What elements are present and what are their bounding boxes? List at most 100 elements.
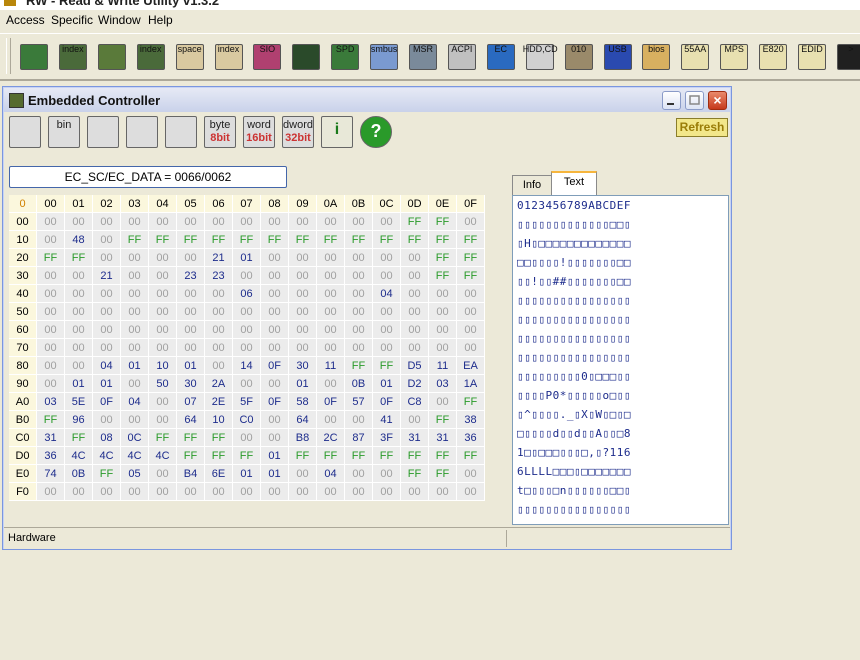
hex-cell[interactable]: 00: [120, 482, 149, 501]
hex-cell[interactable]: 36: [456, 428, 485, 447]
hex-cell[interactable]: FF: [204, 230, 233, 249]
hex-cell[interactable]: FF: [92, 464, 121, 483]
hex-cell[interactable]: 00: [316, 374, 345, 393]
save-button[interactable]: [8, 115, 42, 149]
hex-cell[interactable]: 00: [372, 338, 401, 357]
hex-cell[interactable]: 64: [288, 410, 317, 429]
hex-cell[interactable]: 00: [64, 266, 93, 285]
hex-cell[interactable]: 87: [344, 428, 373, 447]
toolbar-memory-index-button[interactable]: index: [133, 40, 169, 74]
hex-cell[interactable]: 00: [36, 266, 65, 285]
hex-cell[interactable]: 41: [372, 410, 401, 429]
toolbar-hdd-cd-button[interactable]: HDD,CD: [522, 40, 558, 74]
hex-cell[interactable]: FF: [36, 248, 65, 267]
hex-cell[interactable]: 00: [64, 302, 93, 321]
hex-cell[interactable]: 00: [120, 266, 149, 285]
hex-cell[interactable]: 00: [120, 338, 149, 357]
hex-cell[interactable]: 00: [372, 464, 401, 483]
hex-cell[interactable]: FF: [344, 230, 373, 249]
hex-cell[interactable]: 4C: [120, 446, 149, 465]
toolbar-hdd-010-button[interactable]: 010: [561, 40, 597, 74]
hex-cell[interactable]: 00: [260, 284, 289, 303]
hex-cell[interactable]: 00: [456, 338, 485, 357]
info-button[interactable]: i: [320, 115, 354, 149]
hex-cell[interactable]: FF: [456, 446, 485, 465]
hex-cell[interactable]: 00: [36, 374, 65, 393]
hex-cell[interactable]: 01: [176, 356, 205, 375]
hex-cell[interactable]: 00: [92, 230, 121, 249]
hex-cell[interactable]: 00: [428, 320, 457, 339]
hex-cell[interactable]: FF: [148, 230, 177, 249]
hex-cell[interactable]: 00: [204, 320, 233, 339]
hex-cell[interactable]: D5: [400, 356, 429, 375]
hex-cell[interactable]: 11: [428, 356, 457, 375]
hex-cell[interactable]: 00: [456, 302, 485, 321]
hex-cell[interactable]: 0F: [372, 392, 401, 411]
hex-cell[interactable]: 01: [288, 374, 317, 393]
hex-cell[interactable]: 00: [232, 428, 261, 447]
hex-cell[interactable]: 00: [400, 338, 429, 357]
hex-cell[interactable]: FF: [428, 212, 457, 231]
hex-cell[interactable]: 00: [428, 302, 457, 321]
maximize-button[interactable]: [685, 91, 704, 110]
hex-cell[interactable]: 00: [36, 338, 65, 357]
hex-cell[interactable]: 00: [400, 482, 429, 501]
hex-cell[interactable]: 00: [456, 464, 485, 483]
hex-cell[interactable]: 00: [232, 374, 261, 393]
dword-button[interactable]: dword 32bit: [281, 115, 315, 149]
hex-cell[interactable]: 01: [232, 248, 261, 267]
hex-cell[interactable]: 2A: [204, 374, 233, 393]
hex-cell[interactable]: 00: [148, 482, 177, 501]
hex-cell[interactable]: FF: [344, 356, 373, 375]
toolbar-io-space-button[interactable]: space: [172, 40, 208, 74]
toolbar-command-button[interactable]: >: [833, 40, 860, 74]
hex-cell[interactable]: 00: [204, 212, 233, 231]
hex-cell[interactable]: EA: [456, 356, 485, 375]
hex-cell[interactable]: 31: [36, 428, 65, 447]
hex-cell[interactable]: 00: [64, 356, 93, 375]
hex-cell[interactable]: 00: [316, 482, 345, 501]
hex-cell[interactable]: 01: [260, 464, 289, 483]
hex-cell[interactable]: FF: [120, 230, 149, 249]
hex-cell[interactable]: FF: [372, 356, 401, 375]
menu-access[interactable]: Access: [6, 13, 45, 27]
hex-cell[interactable]: C8: [400, 392, 429, 411]
hex-cell[interactable]: 0F: [260, 356, 289, 375]
hex-cell[interactable]: FF: [428, 410, 457, 429]
hex-cell[interactable]: 03: [36, 392, 65, 411]
hex-cell[interactable]: 1A: [456, 374, 485, 393]
toolbar-usb-button[interactable]: USB: [600, 40, 636, 74]
hex-cell[interactable]: 00: [316, 320, 345, 339]
hex-cell[interactable]: 00: [344, 320, 373, 339]
hex-cell[interactable]: 00: [36, 284, 65, 303]
compare-button[interactable]: [164, 115, 198, 149]
close-button[interactable]: ×: [708, 91, 727, 110]
hex-cell[interactable]: 00: [64, 320, 93, 339]
hex-cell[interactable]: 00: [316, 302, 345, 321]
ec-address-field[interactable]: EC_SC/EC_DATA = 0066/0062: [9, 166, 287, 188]
hex-cell[interactable]: 00: [288, 338, 317, 357]
hex-cell[interactable]: 00: [260, 482, 289, 501]
hex-cell[interactable]: 00: [260, 212, 289, 231]
hex-cell[interactable]: 04: [92, 356, 121, 375]
minimize-button[interactable]: [662, 91, 681, 110]
toolbar-e820-button[interactable]: E820: [755, 40, 791, 74]
hex-cell[interactable]: FF: [456, 248, 485, 267]
hex-cell[interactable]: 00: [288, 266, 317, 285]
hex-cell[interactable]: 00: [148, 284, 177, 303]
hex-cell[interactable]: 00: [148, 410, 177, 429]
hex-cell[interactable]: FF: [176, 230, 205, 249]
refresh-button[interactable]: Refresh: [676, 118, 728, 137]
hex-cell[interactable]: 00: [36, 230, 65, 249]
toolbar-spd-button[interactable]: SPD: [327, 40, 363, 74]
hex-cell[interactable]: 00: [428, 482, 457, 501]
hex-cell[interactable]: 00: [428, 392, 457, 411]
hex-cell[interactable]: 00: [316, 266, 345, 285]
hex-cell[interactable]: 00: [36, 212, 65, 231]
hex-cell[interactable]: 00: [204, 482, 233, 501]
toolbar-pci-index-button[interactable]: index: [55, 40, 91, 74]
hex-cell[interactable]: 00: [92, 212, 121, 231]
hex-cell[interactable]: 6E: [204, 464, 233, 483]
hex-cell[interactable]: FF: [316, 230, 345, 249]
hex-cell[interactable]: FF: [232, 230, 261, 249]
